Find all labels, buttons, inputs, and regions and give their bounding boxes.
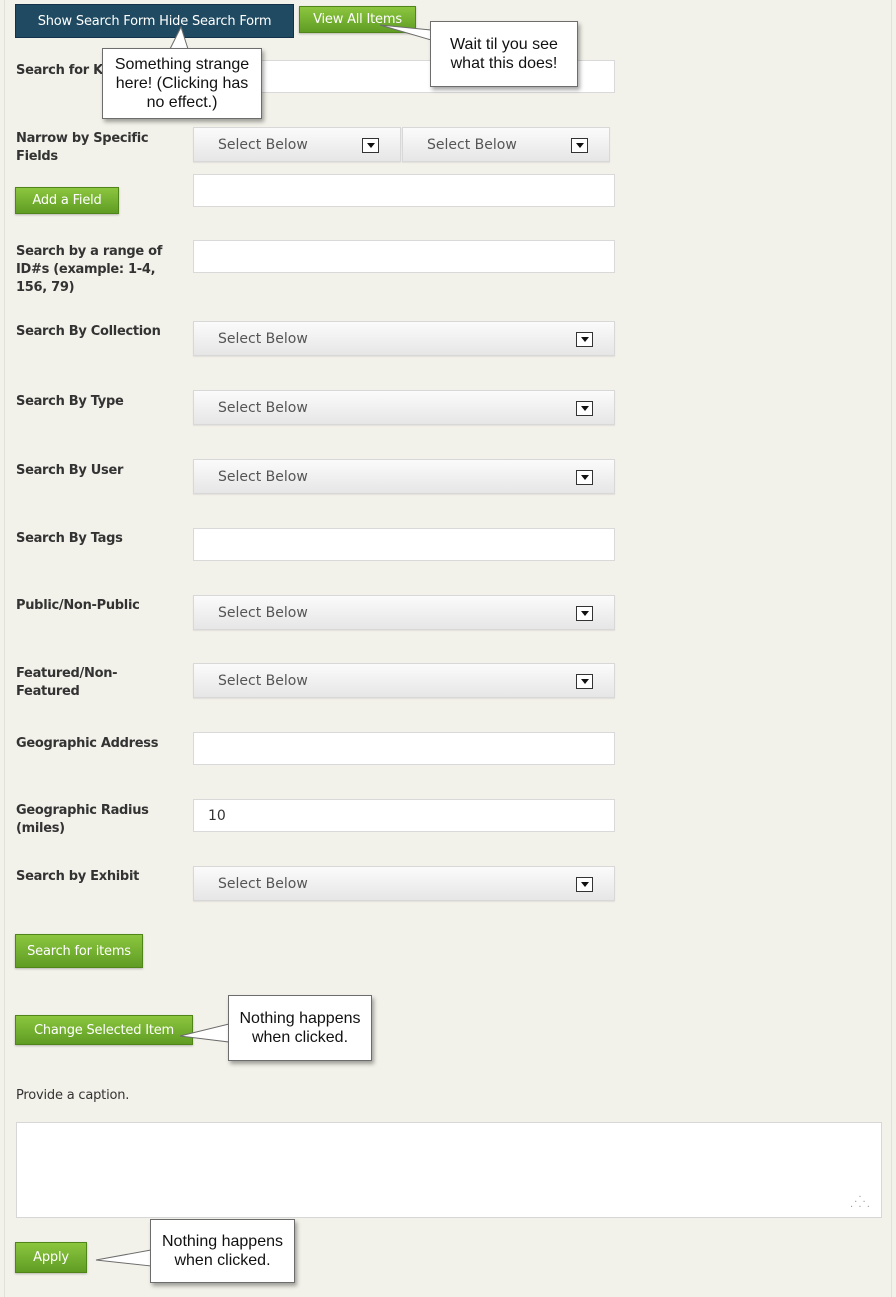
id-range-label: Search by a range of ID#s (example: 1-4,… (16, 244, 163, 295)
callout-wait-til-you-see: Wait til you see what this does! (430, 21, 578, 87)
narrow-type-select[interactable]: Select Below (402, 127, 610, 162)
public-select-value: Select Below (218, 604, 308, 621)
tags-input[interactable] (193, 528, 615, 561)
chevron-down-icon[interactable] (576, 877, 593, 892)
callout-something-strange: Something strange here! (Clicking has no… (102, 48, 262, 119)
user-select[interactable]: Select Below (193, 459, 615, 494)
exhibit-select-value: Select Below (218, 875, 308, 892)
collection-select-value: Select Below (218, 330, 308, 347)
chevron-down-icon[interactable] (576, 606, 593, 621)
exhibit-select[interactable]: Select Below (193, 866, 615, 901)
chevron-down-icon[interactable] (576, 401, 593, 416)
resize-grip-icon[interactable]: . . .. . . (850, 1190, 871, 1210)
show-hide-search-form-button[interactable]: Show Search Form Hide Search Form (15, 4, 294, 38)
geo-address-label: Geographic Address (16, 736, 159, 751)
narrow-fields-label: Narrow by Specific Fields (16, 131, 149, 164)
id-range-input[interactable] (193, 240, 615, 273)
tags-label: Search By Tags (16, 531, 123, 546)
featured-label: Featured/Non-Featured (16, 666, 118, 699)
user-select-value: Select Below (218, 468, 308, 485)
chevron-down-icon[interactable] (576, 470, 593, 485)
geo-radius-value: 10 (208, 807, 226, 824)
collection-label: Search By Collection (16, 324, 161, 339)
geo-radius-input[interactable]: 10 (193, 799, 615, 832)
view-all-items-button[interactable]: View All Items (299, 6, 416, 33)
apply-button[interactable]: Apply (15, 1242, 87, 1273)
chevron-down-icon[interactable] (576, 674, 593, 689)
callout-nothing-happens-2: Nothing happens when clicked. (150, 1219, 295, 1283)
narrow-type-select-value: Select Below (427, 136, 517, 153)
narrow-term-input[interactable] (193, 174, 615, 207)
narrow-field-select[interactable]: Select Below (193, 127, 401, 162)
change-selected-item-button[interactable]: Change Selected Item (15, 1015, 193, 1045)
exhibit-label: Search by Exhibit (16, 869, 140, 884)
featured-select-value: Select Below (218, 672, 308, 689)
chevron-down-icon[interactable] (571, 138, 588, 153)
type-select-value: Select Below (218, 399, 308, 416)
geo-radius-label: Geographic Radius (miles) (16, 803, 149, 836)
search-for-items-button[interactable]: Search for items (15, 934, 143, 968)
type-label: Search By Type (16, 394, 124, 409)
narrow-field-select-value: Select Below (218, 136, 308, 153)
type-select[interactable]: Select Below (193, 390, 615, 425)
public-label: Public/Non-Public (16, 598, 140, 613)
caption-prompt: Provide a caption. (16, 1088, 130, 1103)
chevron-down-icon[interactable] (576, 332, 593, 347)
user-label: Search By User (16, 463, 124, 478)
public-select[interactable]: Select Below (193, 595, 615, 630)
collection-select[interactable]: Select Below (193, 321, 615, 356)
featured-select[interactable]: Select Below (193, 663, 615, 698)
caption-textarea[interactable] (16, 1122, 882, 1218)
callout-nothing-happens-1: Nothing happens when clicked. (228, 995, 372, 1061)
geo-address-input[interactable] (193, 732, 615, 765)
chevron-down-icon[interactable] (362, 138, 379, 153)
add-field-button[interactable]: Add a Field (15, 187, 119, 214)
